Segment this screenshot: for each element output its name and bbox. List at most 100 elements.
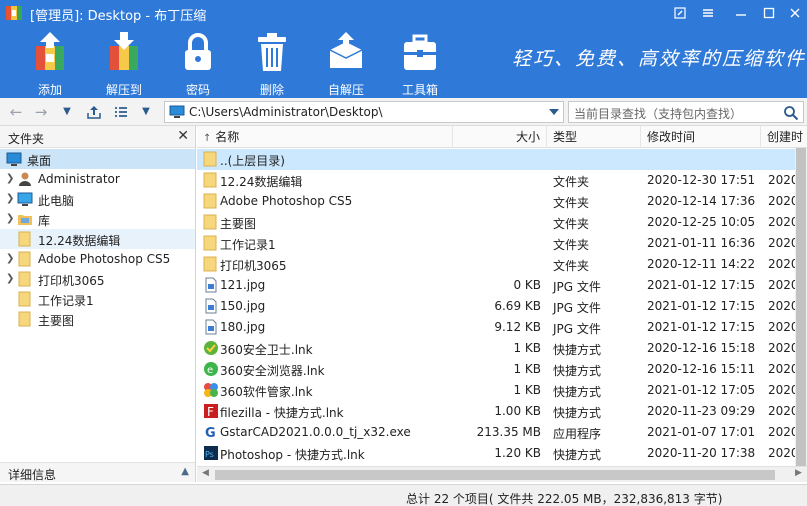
- close-panel-icon[interactable]: ✕: [177, 128, 189, 144]
- view-list-icon[interactable]: [111, 102, 131, 122]
- tree-item-desktop[interactable]: 桌面: [0, 149, 195, 169]
- file-modified: 2021-01-07 17:01: [647, 425, 756, 439]
- file-type: 快捷方式: [553, 364, 602, 378]
- back-arrow-icon[interactable]: ←: [6, 102, 26, 122]
- chevron-right-icon[interactable]: ❯: [6, 253, 14, 264]
- chevron-up-icon[interactable]: ▲: [181, 466, 189, 477]
- slogan: 轻巧、免费、高效率的压缩软件: [512, 48, 807, 70]
- file-name: 主要图: [220, 217, 257, 231]
- app-logo-icon: [6, 6, 22, 20]
- file-name: 12.24数据编辑: [220, 175, 303, 189]
- file-modified: 2021-01-12 17:15: [647, 278, 756, 292]
- view-dropdown-icon[interactable]: ▼: [136, 102, 156, 122]
- table-row[interactable]: 12.24数据编辑 文件夹 2020-12-30 17:51 2020: [197, 170, 799, 191]
- table-row[interactable]: 工作记录1 文件夹 2021-01-11 16:36 2020: [197, 233, 799, 254]
- tree-item-folder[interactable]: 主要图: [0, 309, 195, 329]
- table-row[interactable]: 180.jpg 9.12 KB JPG 文件 2021-01-12 17:15 2020: [197, 317, 799, 338]
- delete-button[interactable]: 删除: [240, 30, 304, 97]
- table-row[interactable]: 150.jpg 6.69 KB JPG 文件 2021-01-12 17:15 2020: [197, 296, 799, 317]
- details-panel-header[interactable]: 详细信息 ▲: [0, 462, 195, 482]
- file-size: 1.20 KB: [494, 446, 541, 460]
- password-button[interactable]: 密码: [166, 30, 230, 97]
- horizontal-scrollbar[interactable]: ◀ ▶: [197, 466, 807, 482]
- chevron-right-icon[interactable]: ❯: [6, 173, 14, 184]
- table-row[interactable]: G GstarCAD2021.0.0.0_tj_x32.exe 213.35 MB 应…: [197, 422, 799, 443]
- file-name: 工作记录1: [220, 238, 276, 252]
- column-label: 类型: [553, 130, 578, 144]
- file-created: 2020: [768, 236, 799, 250]
- vertical-scrollbar[interactable]: [795, 148, 807, 466]
- file-name: Adobe Photoshop CS5: [220, 194, 353, 208]
- tree-item-label: 桌面: [27, 154, 52, 168]
- path-input[interactable]: C:\Users\Administrator\Desktop\: [164, 101, 564, 123]
- tree-item-label: 12.24数据编辑: [38, 234, 121, 248]
- tree-item-label: Adobe Photoshop CS5: [38, 252, 171, 266]
- file-size: 0 KB: [513, 278, 541, 292]
- table-row[interactable]: Ffilezilla - 快捷方式.lnk 1.00 KB 快捷方式 2020-11-…: [197, 401, 799, 422]
- file-name: 打印机3065: [220, 259, 287, 273]
- table-row[interactable]: 打印机3065 文件夹 2020-12-11 14:22 2020: [197, 254, 799, 275]
- minimize-icon[interactable]: [730, 3, 752, 23]
- column-size[interactable]: 大小: [453, 126, 547, 148]
- column-modified[interactable]: 修改时间: [641, 126, 761, 148]
- tree-item-administrator[interactable]: ❯ Administrator: [0, 169, 195, 189]
- folder-icon: [203, 214, 217, 230]
- tree-item-folder[interactable]: 工作记录1: [0, 289, 195, 309]
- svg-text:e: e: [207, 365, 213, 376]
- top-toolbar-area: [管理员]: Desktop - 布丁压缩 添加 解压到 密码 删除 自解压 工…: [0, 0, 807, 98]
- column-created[interactable]: 创建时: [761, 126, 807, 148]
- table-row[interactable]: 主要图 文件夹 2020-12-25 10:05 2020: [197, 212, 799, 233]
- toolbox-button[interactable]: 工具箱: [388, 30, 452, 97]
- maximize-icon[interactable]: [758, 3, 780, 23]
- table-row[interactable]: Adobe Photoshop CS5 文件夹 2020-12-14 17:36 20…: [197, 191, 799, 212]
- toolbar-label: 工具箱: [401, 83, 438, 97]
- tree-item-folder[interactable]: ❯ 打印机3065: [0, 269, 195, 289]
- chevron-right-icon[interactable]: ❯: [6, 193, 14, 204]
- scrollbar-thumb[interactable]: [796, 148, 806, 466]
- scroll-left-icon[interactable]: ◀: [202, 468, 209, 478]
- toolbar-label: 删除: [259, 83, 284, 97]
- security-guard-icon: [204, 341, 218, 355]
- history-dropdown-icon[interactable]: ▼: [57, 102, 77, 122]
- edit-icon[interactable]: [669, 3, 691, 23]
- scrollbar-thumb[interactable]: [215, 470, 775, 480]
- table-row[interactable]: 360软件管家.lnk 1 KB 快捷方式 2021-01-12 17:05 2020: [197, 380, 799, 401]
- chevron-right-icon[interactable]: ❯: [6, 213, 14, 224]
- column-type[interactable]: 类型: [547, 126, 641, 148]
- file-type: 文件夹: [553, 259, 590, 273]
- add-button[interactable]: 添加: [18, 30, 82, 97]
- self-extract-button[interactable]: 自解压: [314, 30, 378, 97]
- tree-item-library[interactable]: ❯ 库: [0, 209, 195, 229]
- table-row[interactable]: e 360安全浏览器.lnk 1 KB 快捷方式 2020-12-16 15:11 202…: [197, 359, 799, 380]
- table-row[interactable]: 121.jpg 0 KB JPG 文件 2021-01-12 17:15 2020: [197, 275, 799, 296]
- file-name: filezilla - 快捷方式.lnk: [220, 406, 344, 420]
- search-icon[interactable]: [783, 105, 799, 121]
- tree-item-label: 打印机3065: [38, 274, 105, 288]
- folder-icon: [203, 235, 217, 251]
- scroll-right-icon[interactable]: ▶: [795, 468, 802, 478]
- toolbar-label: 解压到: [105, 83, 142, 97]
- image-file-icon: [205, 298, 217, 314]
- close-icon[interactable]: [784, 3, 806, 23]
- menu-icon[interactable]: [697, 3, 719, 23]
- tree-item-this-pc[interactable]: ❯ 此电脑: [0, 189, 195, 209]
- file-size: 1 KB: [513, 383, 541, 397]
- up-folder-icon[interactable]: [84, 102, 104, 122]
- chevron-down-icon[interactable]: [549, 109, 559, 116]
- table-row[interactable]: Ps Photoshop - 快捷方式.lnk 1.20 KB 快捷方式 2020-11…: [197, 443, 799, 464]
- extract-button[interactable]: 解压到: [92, 30, 156, 97]
- library-icon: [18, 215, 32, 225]
- forward-arrow-icon[interactable]: →: [31, 102, 51, 122]
- toolbar-label: 添加: [37, 83, 62, 97]
- file-modified: 2020-12-11 14:22: [647, 257, 756, 271]
- chevron-right-icon[interactable]: ❯: [6, 273, 14, 284]
- tree-item-folder[interactable]: 12.24数据编辑: [0, 229, 195, 249]
- tree-item-folder[interactable]: ❯ Adobe Photoshop CS5: [0, 249, 195, 269]
- file-modified: 2020-11-20 17:38: [647, 446, 756, 460]
- table-row[interactable]: 360安全卫士.lnk 1 KB 快捷方式 2020-12-16 15:18 2020: [197, 338, 799, 359]
- column-name[interactable]: ↑ 名称: [197, 126, 453, 148]
- file-modified: 2020-12-16 15:18: [647, 341, 756, 355]
- file-modified: 2021-01-12 17:05: [647, 383, 756, 397]
- search-input[interactable]: 当前目录查找（支持包内查找）: [568, 101, 804, 123]
- table-row[interactable]: ..(上层目录): [197, 149, 795, 170]
